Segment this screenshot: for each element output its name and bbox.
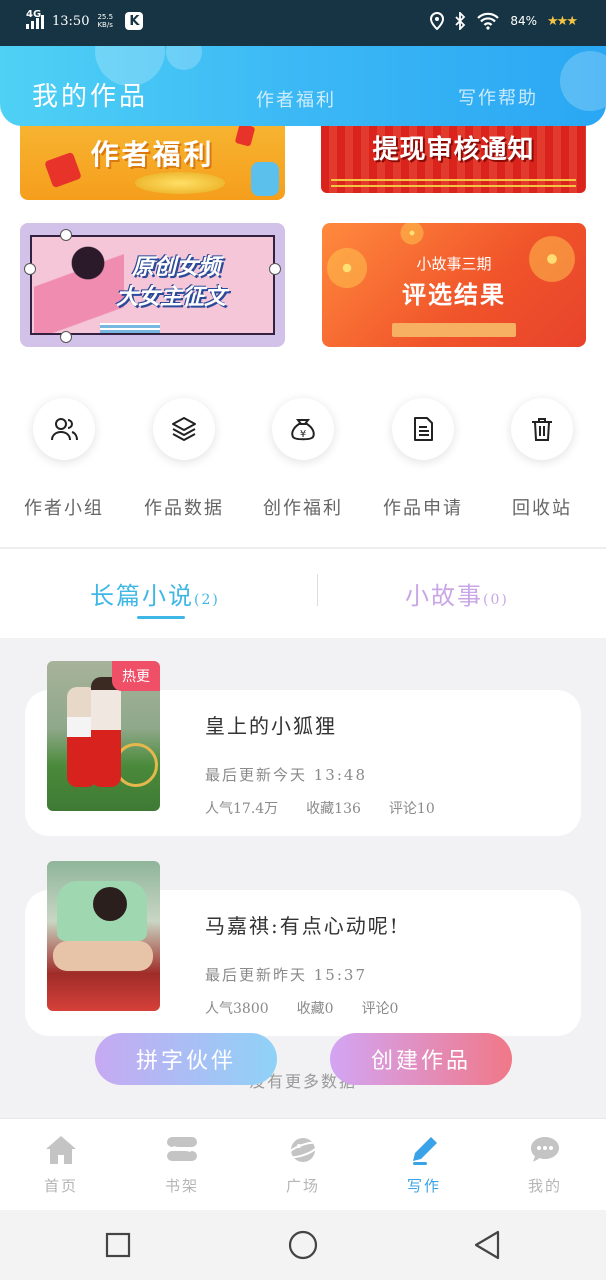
home-button[interactable]	[288, 1230, 318, 1260]
action-label: 作品申请	[383, 498, 463, 519]
withdraw-notice-banner[interactable]: 提现审核通知	[321, 115, 586, 193]
top-header: 我的作品 作者福利 写作帮助	[0, 46, 606, 126]
story-result-line2: 评选结果	[402, 281, 506, 309]
action-label: 创作福利	[263, 498, 343, 519]
create-work-button[interactable]: 创建作品	[330, 1033, 512, 1085]
work-title: 马嘉祺:有点心动呢!	[205, 914, 400, 938]
circle-icon	[288, 1230, 318, 1260]
bookshelf-icon	[167, 1137, 197, 1161]
svg-text:¥: ¥	[300, 429, 306, 440]
hot-update-badge: 热更	[112, 661, 160, 691]
action-work-application[interactable]: 作品申请	[363, 398, 483, 520]
tab-indicator	[137, 616, 185, 619]
quick-actions: 作者小组 作品数据 ¥ 创作福利 作品申请 回收站	[0, 398, 606, 528]
action-creation-welfare[interactable]: ¥ 创作福利	[243, 398, 363, 520]
nav-mine[interactable]: 我的	[500, 1131, 590, 1196]
work-popularity: 人气17.4万	[205, 801, 279, 817]
work-favorites: 收藏0	[296, 1001, 334, 1017]
no-more-data: 没有更多数据	[248, 1072, 357, 1091]
withdraw-notice-title: 提现审核通知	[372, 134, 535, 165]
action-author-group[interactable]: 作者小组	[4, 398, 124, 520]
contest-title-line2: 大女主征文	[116, 285, 227, 310]
planet-icon	[286, 1138, 320, 1162]
work-cover[interactable]: 热更	[47, 661, 160, 811]
network-type: 4G	[26, 9, 42, 20]
contest-title-line1: 原创女频	[132, 255, 221, 280]
work-cover[interactable]	[47, 861, 160, 1011]
net-speed: 25.5 KB/s	[97, 13, 114, 29]
welfare-banner-title: 作者福利	[90, 137, 215, 171]
status-bar: 4G 13:50 25.5 KB/s K 84% ★★★	[0, 0, 606, 46]
tab-novel[interactable]: 长篇小说(2)	[90, 576, 220, 611]
story-result-line1: 小故事三期	[416, 255, 492, 273]
battery-icon: ★★★	[547, 13, 578, 29]
back-button[interactable]	[472, 1230, 502, 1260]
work-updated: 最后更新昨天 15:37	[205, 966, 367, 984]
wifi-icon	[477, 12, 500, 30]
nav-writing[interactable]: 写作	[379, 1131, 469, 1196]
tab-separator	[317, 574, 318, 606]
illustration-girl	[34, 233, 124, 333]
layers-icon	[172, 417, 196, 441]
bottom-nav: 首页 书架 广场 写作 我的	[0, 1118, 606, 1210]
work-stats: 人气17.4万 收藏136 评论10	[205, 798, 435, 818]
location-icon	[430, 12, 445, 30]
home-icon	[46, 1136, 76, 1164]
work-comments: 评论10	[388, 801, 435, 817]
story-result-banner[interactable]: 小故事三期 评选结果	[322, 223, 586, 347]
action-work-data[interactable]: 作品数据	[124, 398, 244, 520]
bluetooth-icon	[455, 12, 466, 30]
work-popularity: 人气3800	[205, 1001, 269, 1017]
action-recycle-bin[interactable]: 回收站	[482, 398, 602, 520]
writing-partner-button[interactable]: 拼字伙伴	[95, 1033, 277, 1085]
square-icon	[105, 1232, 131, 1258]
tab-author-welfare[interactable]: 作者福利	[256, 86, 336, 112]
tab-writing-help[interactable]: 写作帮助	[458, 84, 538, 110]
tab-story[interactable]: 小故事(0)	[405, 576, 509, 611]
back-triangle-icon	[474, 1230, 500, 1260]
clock: 13:50	[52, 13, 90, 29]
work-title: 皇上的小狐狸	[205, 714, 337, 738]
work-stats: 人气3800 收藏0 评论0	[205, 998, 398, 1018]
work-favorites: 收藏136	[306, 801, 361, 817]
battery-percent: 84%	[510, 14, 538, 28]
chat-bubble-icon	[531, 1137, 559, 1162]
action-label: 作品数据	[144, 498, 224, 519]
divider	[0, 547, 606, 549]
money-bag-icon: ¥	[291, 419, 315, 441]
recent-apps-button[interactable]	[103, 1230, 133, 1260]
action-label: 作者小组	[24, 498, 104, 519]
nav-bookshelf[interactable]: 书架	[137, 1131, 227, 1196]
tab-my-works[interactable]: 我的作品	[32, 76, 148, 113]
work-comments: 评论0	[361, 1001, 399, 1017]
work-updated: 最后更新今天 13:48	[205, 766, 367, 784]
system-nav	[0, 1210, 606, 1280]
app-notification-icon: K	[125, 12, 144, 30]
pen-icon	[413, 1137, 437, 1165]
welfare-banner[interactable]: 作者福利	[20, 115, 285, 200]
nav-square[interactable]: 广场	[258, 1131, 348, 1196]
nav-home[interactable]: 首页	[16, 1131, 106, 1196]
users-icon	[51, 418, 78, 441]
work-type-tabs: 长篇小说(2) 小故事(0)	[0, 560, 606, 630]
contest-banner[interactable]: 原创女频 大女主征文	[20, 223, 285, 347]
signal-icon: 4G	[26, 9, 44, 29]
action-label: 回收站	[512, 498, 572, 519]
trash-icon	[532, 418, 552, 441]
document-icon	[414, 417, 433, 441]
